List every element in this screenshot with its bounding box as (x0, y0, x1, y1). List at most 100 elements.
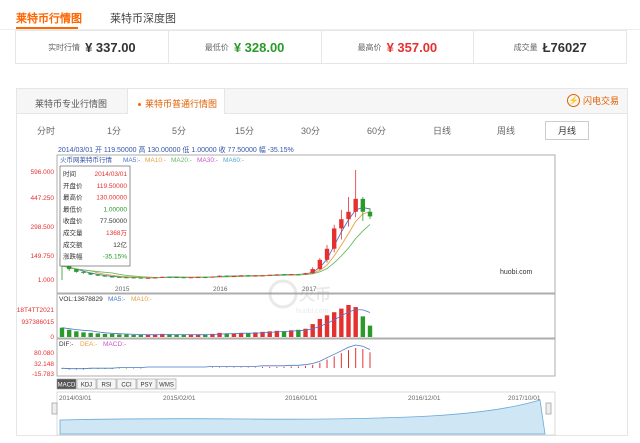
price-chart[interactable]: 2014/03/01 开 119.50000 高 130.00000 低 1.0… (0, 0, 640, 443)
y-tick: 298.500 (31, 224, 55, 231)
candle-body (339, 219, 344, 229)
watermark-text: huobi.com (500, 269, 532, 276)
candle-body (238, 275, 244, 277)
indicator-tab-label: PSY (140, 383, 152, 389)
tooltip-value: 77.50000 (100, 218, 127, 225)
candle-body (331, 228, 337, 249)
tooltip-label: 最高价 (63, 193, 83, 202)
candle-body (346, 211, 351, 220)
candle-body (117, 276, 122, 278)
vol-ma10: MA10:- (131, 296, 152, 303)
nav-date: 2016/12/01 (408, 395, 441, 402)
volume-bar (217, 332, 222, 337)
candle-body (160, 276, 165, 278)
nav-date: 2014/03/01 (59, 395, 92, 402)
main-plot-frame (56, 154, 556, 294)
vol-ma5: MA5:- (108, 296, 125, 303)
macd-legend-dif: DIF:- (59, 341, 73, 348)
candle-body (260, 275, 265, 277)
tooltip-value: 2014/03/01 (94, 171, 127, 178)
vol-tick: 0 (50, 334, 54, 341)
volume-bar (174, 334, 179, 337)
legend-ma30: MA30:- (197, 157, 218, 164)
volume-bar (59, 327, 65, 337)
volume-bar (109, 333, 115, 337)
volume-bar (324, 315, 330, 337)
tooltip-value: 119.50000 (97, 183, 128, 190)
tooltip-value: 1.00000 (104, 206, 128, 213)
volume-bar (331, 312, 337, 337)
nav-date: 2015/02/01 (163, 395, 196, 402)
legend-ma60: MA60:- (223, 157, 244, 164)
candle-body (353, 198, 358, 212)
nav-date: 2017/10/01 (508, 395, 541, 402)
macd-plot-frame (56, 338, 556, 377)
x-tick: 2016 (213, 286, 228, 293)
vol-y-ticks: 18T4TT2021 937386015 0 (17, 307, 55, 341)
candle-body (66, 265, 72, 270)
volume-bar (124, 334, 129, 337)
y-tick: 596.000 (31, 169, 55, 176)
candle-body (152, 277, 158, 279)
volume-bar (346, 305, 351, 337)
candle-body (167, 276, 172, 278)
legend-ma10: MA10:- (145, 157, 166, 164)
candle-body (181, 277, 186, 279)
candle-body (145, 277, 151, 279)
candle-body (360, 198, 366, 212)
macd-tick: -15.783 (32, 371, 54, 378)
volume-bar (367, 325, 373, 337)
watermark-sub: huobi.com (296, 308, 328, 315)
main-legend: 火币网莱特币行情 MA5:- MA10:- MA20:- MA30:- MA60… (60, 155, 244, 164)
candle-body (102, 275, 108, 277)
indicator-tab-label: CCI (121, 383, 132, 389)
tooltip-label: 成交额 (63, 240, 83, 249)
vol-legend: VOL:13678829 (59, 296, 103, 303)
candle-body (310, 269, 315, 274)
candle-body (224, 275, 229, 277)
volume-bar (74, 331, 79, 337)
volume-bar (95, 333, 101, 337)
macd-tick: 80.080 (34, 350, 54, 357)
y-tick: 447.250 (31, 195, 55, 202)
tooltip-label: 涨跌幅 (63, 252, 83, 261)
volume-bar (102, 333, 108, 337)
vol-tick: 18T4TT2021 (17, 307, 55, 314)
macd-legend-dea: DEA:- (80, 341, 97, 348)
legend-ma5: MA5:- (123, 157, 140, 164)
macd-tick: 32.148 (34, 361, 54, 368)
volume-bar (88, 332, 93, 337)
candle-body (281, 274, 287, 276)
volume-bar (81, 332, 86, 337)
candle-body (217, 275, 222, 277)
tooltip-label: 最低价 (63, 204, 83, 213)
volume-bar (66, 329, 72, 337)
dif-line (61, 344, 371, 370)
volume-bar (360, 316, 366, 337)
ohlc-tooltip: 时间 2014/03/01 开盘价 119.50000 最高价 130.00000 最低价 1… (59, 165, 131, 267)
candle-body (267, 274, 272, 276)
tooltip-box (59, 165, 131, 267)
candle-body (303, 273, 308, 275)
volume-bar (339, 308, 344, 337)
candle-body (253, 275, 258, 277)
indicator-tab-label: MACD (58, 383, 76, 389)
candle-body (296, 274, 301, 276)
candle-body (210, 276, 215, 278)
indicator-tab-label: RSI (101, 383, 111, 389)
volume-bar (310, 324, 315, 337)
x-tick: 2015 (115, 286, 130, 293)
tooltip-value: 130.00000 (96, 195, 127, 202)
candle-body (274, 274, 280, 276)
candle-body (188, 277, 194, 279)
tooltip-value: -35.15% (103, 254, 127, 261)
macd-legend-macd: MACD:- (103, 341, 126, 348)
legend-ma20: MA20:- (171, 157, 192, 164)
vol-tick: 937386015 (21, 319, 54, 326)
volume-bar (188, 334, 194, 337)
nav-handle-right[interactable] (545, 402, 552, 415)
nav-handle-left[interactable] (51, 402, 58, 415)
candle-body (88, 272, 93, 275)
candle-body (289, 274, 294, 276)
tooltip-label: 开盘价 (63, 181, 83, 190)
